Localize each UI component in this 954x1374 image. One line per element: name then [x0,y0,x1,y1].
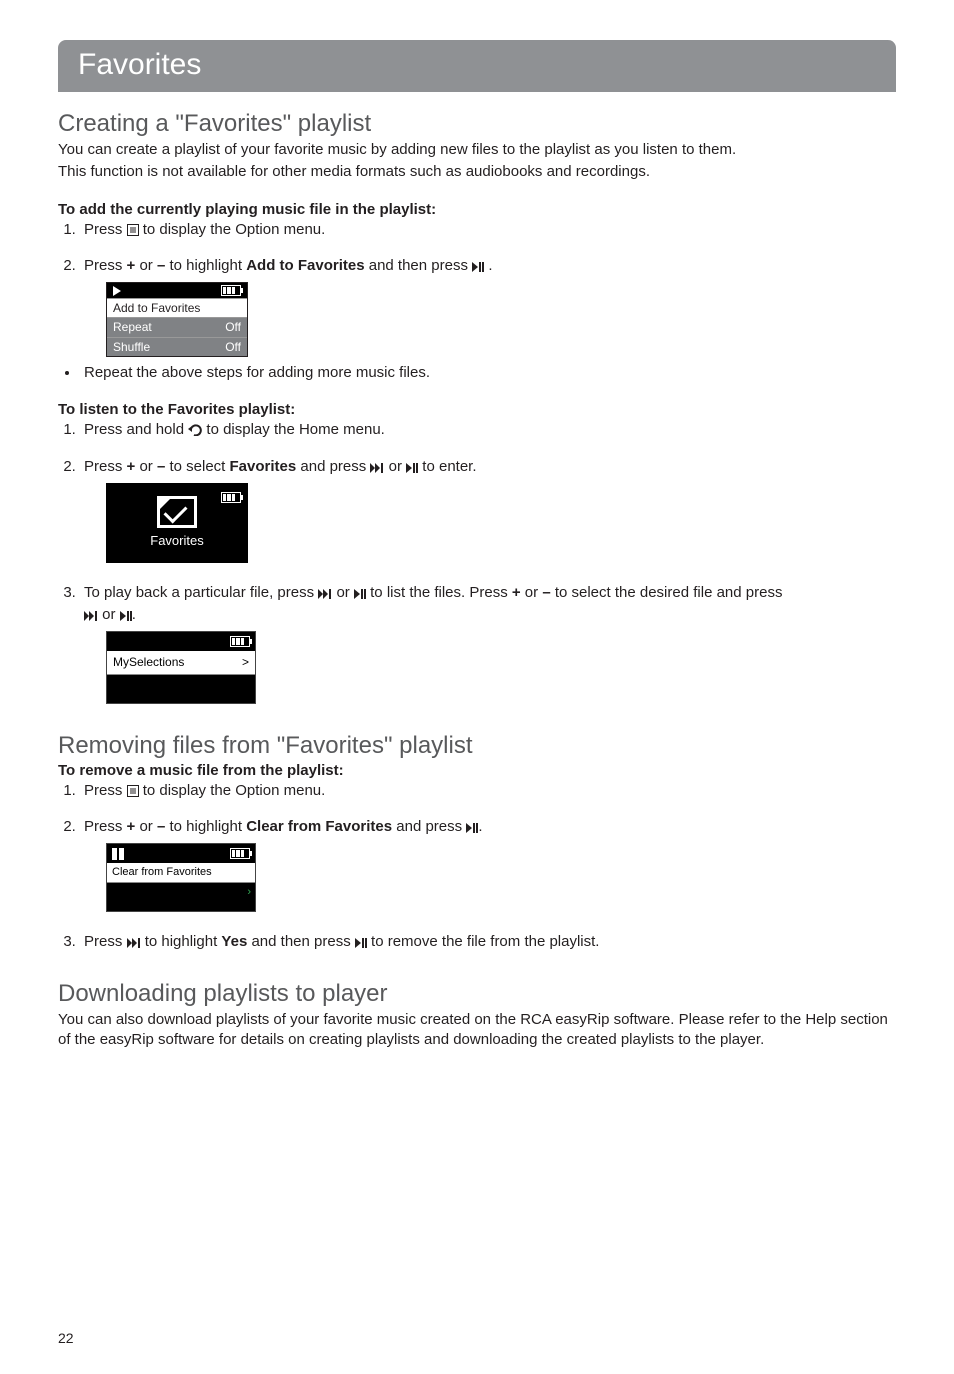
bold-favorites: Favorites [230,458,297,475]
text: Press [84,458,127,475]
text: or [336,584,354,601]
section-banner: Favorites [58,40,896,92]
plus: + [127,818,136,835]
text: and press [296,458,370,475]
lcd-myselections-label: MySelections [113,654,184,670]
text: to select [165,458,229,475]
text: to highlight [165,257,246,274]
fast-forward-icon [84,607,98,627]
listen-step-3: To play back a particular file, press or… [80,583,896,704]
plus: + [127,458,136,475]
lcd-clear-row: Clear from Favorites [107,863,255,883]
heading-downloading: Downloading playlists to player [58,980,896,1008]
plus: + [512,584,521,601]
lcd-label: Repeat [113,320,152,334]
lcd-favorites-label: Favorites [150,532,203,550]
remove-step-1: Press to display the Option menu. [80,781,896,803]
text: to display the Home menu. [206,421,384,438]
play-pause-icon [472,258,484,278]
text: and press [392,818,466,835]
bullet-repeat-steps: Repeat the above steps for adding more m… [80,363,896,383]
text: Press [84,933,127,950]
text: or [135,818,157,835]
text: and then press [365,257,473,274]
bold-yes: Yes [221,933,247,950]
text: to list the files. Press [370,584,512,601]
download-body: You can also download playlists of your … [58,1010,896,1051]
back-icon [188,422,202,442]
lcd-value: Off [225,320,241,334]
text: to display the Option menu. [143,221,326,238]
text: or [102,606,120,623]
add-step-2: Press + or – to highlight Add to Favorit… [80,256,896,357]
menu-icon [127,222,139,242]
play-pause-icon [120,607,132,627]
lcd-text: Add to Favorites [113,301,200,315]
play-icon [113,286,121,296]
fast-forward-icon [318,585,332,605]
text: Press [84,221,127,238]
text: to remove the file from the playlist. [371,933,599,950]
text: or [389,458,407,475]
lcd-row-add: Add to Favorites [107,299,247,318]
battery-icon [221,285,241,296]
play-pause-icon [466,819,478,839]
heading-creating: Creating a "Favorites" playlist [58,110,896,138]
battery-icon [221,492,241,503]
remove-step-2: Press + or – to highlight Clear from Fav… [80,817,896,912]
heading-removing: Removing files from "Favorites" playlist [58,732,896,760]
favorites-envelope-icon [157,496,197,528]
fast-forward-icon [127,934,141,954]
text: or [135,257,157,274]
menu-icon [127,783,139,803]
fast-forward-icon [370,459,384,479]
add-step-1: Press to display the Option menu. [80,220,896,242]
plus: + [127,257,136,274]
chevron-icon: > [242,654,249,670]
intro-line-1: You can create a playlist of your favori… [58,140,896,160]
text: to display the Option menu. [143,782,326,799]
play-pause-icon [354,585,366,605]
lcd-row-shuffle: Shuffle Off [107,338,247,356]
minus: – [542,584,550,601]
text: or [135,458,157,475]
subhead-listen: To listen to the Favorites playlist: [58,401,896,418]
lcd-clear-from-favorites: Clear from Favorites › [106,843,256,912]
chevron-icon: › [247,885,251,900]
bold-clear-from-favorites: Clear from Favorites [246,818,392,835]
text: Press [84,257,127,274]
page-number: 22 [58,1330,74,1346]
bold-add-to-favorites: Add to Favorites [246,257,364,274]
text: to select the desired file and press [551,584,783,601]
remove-step-3: Press to highlight Yes and then press to… [80,932,896,954]
text: To play back a particular file, press [84,584,318,601]
text: Press and hold [84,421,188,438]
text: to highlight [145,933,222,950]
text: or [521,584,543,601]
battery-icon [230,848,250,859]
text: Press [84,782,127,799]
lcd-add-to-favorites: Add to Favorites Repeat Off Shuffle Off [106,282,248,357]
listen-step-1: Press and hold to display the Home menu. [80,420,896,442]
text: . [478,818,482,835]
play-pause-icon [355,934,367,954]
pause-icon [112,848,124,860]
text: and then press [247,933,355,950]
subhead-remove: To remove a music file from the playlist… [58,762,896,779]
subhead-add: To add the currently playing music file … [58,201,896,218]
lcd-myselections: MySelections > [106,631,256,703]
play-pause-icon [406,459,418,479]
text: to highlight [165,818,246,835]
text: to enter. [422,458,476,475]
intro-line-2: This function is not available for other… [58,162,896,182]
lcd-favorites-home: Favorites [106,483,248,563]
text: . [132,606,136,623]
lcd-value: Off [225,340,241,354]
listen-step-2: Press + or – to select Favorites and pre… [80,457,896,563]
battery-icon [230,636,250,647]
text: . [488,257,492,274]
lcd-row-repeat: Repeat Off [107,318,247,337]
text: Press [84,818,127,835]
lcd-label: Shuffle [113,340,150,354]
